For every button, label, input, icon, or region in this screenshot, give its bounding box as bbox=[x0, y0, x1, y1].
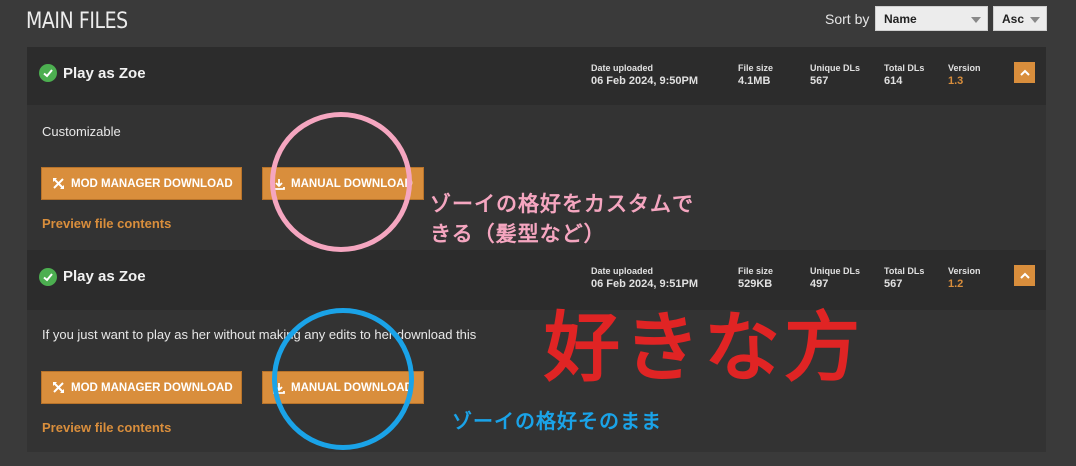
version-label: Version bbox=[948, 63, 981, 73]
version-value: 1.3 bbox=[948, 75, 964, 87]
sort-label: Sort by bbox=[825, 11, 870, 27]
preview-file-contents-link[interactable]: Preview file contents bbox=[42, 420, 171, 435]
collapse-button[interactable] bbox=[1014, 62, 1035, 83]
file-size-value: 4.1MB bbox=[738, 75, 771, 87]
version-value: 1.2 bbox=[948, 278, 964, 290]
date-uploaded-label: Date uploaded bbox=[591, 266, 654, 276]
preview-file-contents-link[interactable]: Preview file contents bbox=[42, 216, 171, 231]
sort-field-value: Name bbox=[884, 12, 917, 26]
annotation-note-1-line-1: ゾーイの格好をカスタムで bbox=[430, 192, 694, 216]
annotation-big-note: 好きな方 bbox=[544, 303, 864, 392]
chevron-up-icon bbox=[1019, 272, 1030, 279]
mod-manager-download-button[interactable]: MOD MANAGER DOWNLOAD bbox=[41, 371, 242, 404]
chevron-down-icon bbox=[971, 17, 981, 23]
collapse-button[interactable] bbox=[1014, 265, 1035, 286]
mod-manager-download-label: MOD MANAGER DOWNLOAD bbox=[71, 177, 233, 190]
file-description: Customizable bbox=[42, 124, 121, 139]
file-size-label: File size bbox=[738, 266, 774, 276]
total-dls-label: Total DLs bbox=[884, 63, 925, 73]
chevron-down-icon bbox=[1030, 17, 1040, 23]
section-title: MAIN FILES bbox=[26, 9, 128, 34]
check-icon bbox=[39, 268, 57, 286]
chevron-up-icon bbox=[1019, 69, 1030, 76]
unique-dls-label: Unique DLs bbox=[810, 63, 861, 73]
file-description: If you just want to play as her without … bbox=[42, 327, 477, 342]
version-label: Version bbox=[948, 266, 981, 276]
check-icon bbox=[39, 64, 57, 82]
unique-dls-value: 567 bbox=[810, 75, 829, 87]
blue-highlight-circle bbox=[272, 308, 414, 450]
mod-manager-icon bbox=[53, 382, 64, 393]
total-dls-value: 614 bbox=[884, 75, 903, 87]
date-uploaded-label: Date uploaded bbox=[591, 63, 654, 73]
mod-manager-download-label: MOD MANAGER DOWNLOAD bbox=[71, 381, 233, 394]
unique-dls-label: Unique DLs bbox=[810, 266, 861, 276]
mod-manager-download-button[interactable]: MOD MANAGER DOWNLOAD bbox=[41, 167, 242, 200]
total-dls-value: 567 bbox=[884, 278, 903, 290]
pink-highlight-circle bbox=[270, 112, 412, 252]
annotation-note-1-line-2: きる（髪型など） bbox=[430, 222, 606, 246]
total-dls-label: Total DLs bbox=[884, 266, 925, 276]
sort-field-select[interactable]: Name bbox=[875, 6, 988, 31]
file-name: Play as Zoe bbox=[63, 268, 146, 285]
sort-order-select[interactable]: Asc bbox=[993, 6, 1047, 31]
annotation-note-2: ゾーイの格好そのまま bbox=[452, 409, 662, 433]
file-size-label: File size bbox=[738, 63, 774, 73]
sort-order-value: Asc bbox=[1002, 12, 1025, 26]
mod-manager-icon bbox=[53, 178, 64, 189]
date-uploaded-value: 06 Feb 2024, 9:50PM bbox=[591, 75, 699, 87]
file-name: Play as Zoe bbox=[63, 65, 146, 82]
